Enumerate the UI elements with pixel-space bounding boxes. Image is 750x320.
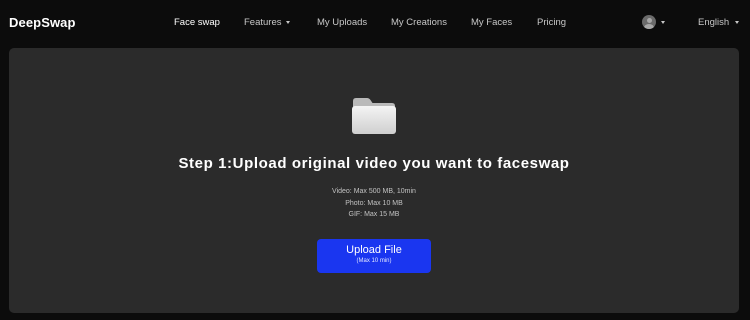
- upload-file-button-sublabel: (Max 10 min): [356, 258, 392, 264]
- language-label: English: [698, 17, 730, 28]
- logo[interactable]: DeepSwap: [9, 15, 76, 30]
- nav-my-creations[interactable]: My Creations: [391, 17, 447, 28]
- step-title: Step 1:Upload original video you want to…: [178, 155, 570, 172]
- nav-pricing-label: Pricing: [537, 17, 567, 28]
- nav-features-label: Features: [244, 17, 282, 28]
- account-menu[interactable]: [642, 15, 665, 29]
- nav-face-swap[interactable]: Face swap: [174, 17, 220, 28]
- chevron-down-icon: [285, 21, 290, 24]
- top-navigation-bar: DeepSwap Face swap Features My Uploads M…: [0, 0, 750, 46]
- upload-panel[interactable]: Step 1:Upload original video you want to…: [9, 48, 739, 313]
- nav-my-uploads[interactable]: My Uploads: [317, 17, 367, 28]
- gif-limit-text: GIF: Max 15 MB: [348, 211, 400, 218]
- nav-face-swap-label: Face swap: [174, 17, 220, 28]
- nav-my-uploads-label: My Uploads: [317, 17, 368, 28]
- upload-limits: Video: Max 500 MB, 10min Photo: Max 10 M…: [9, 186, 739, 221]
- nav-my-faces[interactable]: My Faces: [471, 17, 512, 28]
- chevron-down-icon: [661, 20, 665, 24]
- upload-file-button[interactable]: Upload File (Max 10 min): [317, 239, 431, 273]
- nav-my-creations-label: My Creations: [391, 17, 447, 28]
- folder-icon: [352, 98, 396, 134]
- user-avatar-icon: [642, 15, 656, 29]
- upload-file-button-label: Upload File: [346, 244, 402, 256]
- video-limit-text: Video: Max 500 MB, 10min: [332, 188, 416, 195]
- nav-my-faces-label: My Faces: [471, 17, 513, 28]
- language-selector[interactable]: English: [698, 17, 740, 28]
- nav-pricing[interactable]: Pricing: [537, 17, 566, 28]
- photo-limit-text: Photo: Max 10 MB: [345, 199, 403, 207]
- chevron-down-icon: [735, 21, 740, 24]
- nav-features[interactable]: Features: [244, 17, 290, 28]
